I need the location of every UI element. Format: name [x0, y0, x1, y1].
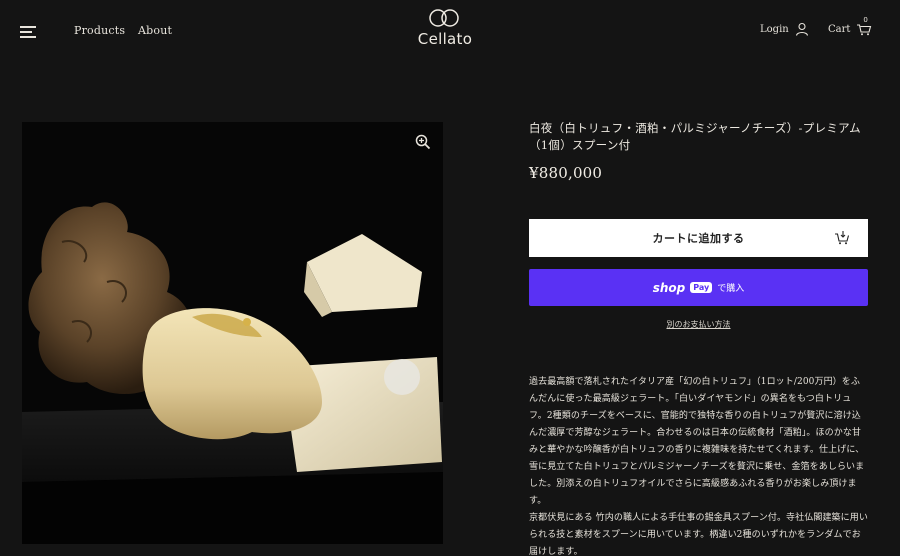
- cart-label: Cart: [828, 23, 851, 35]
- product-photo: [22, 122, 443, 544]
- user-icon: [795, 22, 808, 36]
- nav-about-link[interactable]: About: [138, 24, 172, 37]
- cart-count-badge: 0: [863, 16, 868, 24]
- description-paragraph-2: 京都伏見にある 竹内の職人による手仕事の錫金具スプーン付。寺社仏閣建築に用いられ…: [529, 513, 868, 556]
- logo-text: Cellato: [417, 30, 473, 48]
- logo[interactable]: Cellato: [405, 8, 485, 48]
- site-header: Products About Cellato Login Cart 0: [0, 0, 900, 62]
- product-price: ¥880,000: [529, 164, 603, 182]
- cart-add-icon: [835, 231, 850, 245]
- shop-pay-brand: shop: [652, 280, 686, 295]
- shop-pay-suffix: で購入: [717, 284, 745, 294]
- nav-products-link[interactable]: Products: [74, 24, 125, 37]
- product-info: 白夜（白トリュフ・酒粕・パルミジャーノチーズ）-プレミアム（1個）スプーン付 ¥…: [529, 120, 868, 556]
- shop-pay-badge: Pay: [690, 282, 713, 293]
- shop-pay-button[interactable]: shop Pay で購入: [529, 269, 868, 306]
- cart-icon: [857, 24, 872, 36]
- description-paragraph-1: 過去最高額で落札されたイタリア産「幻の白トリュフ」（1ロット/200万円）をふん…: [529, 377, 865, 506]
- hamburger-menu-icon[interactable]: [20, 26, 36, 38]
- cart-link[interactable]: Cart 0: [828, 16, 872, 36]
- zoom-icon[interactable]: [415, 134, 431, 150]
- more-payment-options-link[interactable]: 別のお支払い方法: [529, 319, 868, 330]
- add-to-cart-button[interactable]: カートに追加する: [529, 219, 868, 257]
- login-link[interactable]: Login: [760, 22, 809, 36]
- product-description: 過去最高額で落札されたイタリア産「幻の白トリュフ」（1ロット/200万円）をふん…: [529, 374, 868, 556]
- logo-mark-icon: [429, 9, 459, 27]
- add-to-cart-label: カートに追加する: [652, 232, 745, 245]
- product-image[interactable]: [22, 122, 443, 544]
- login-label: Login: [760, 23, 789, 35]
- product-title: 白夜（白トリュフ・酒粕・パルミジャーノチーズ）-プレミアム（1個）スプーン付: [529, 121, 861, 152]
